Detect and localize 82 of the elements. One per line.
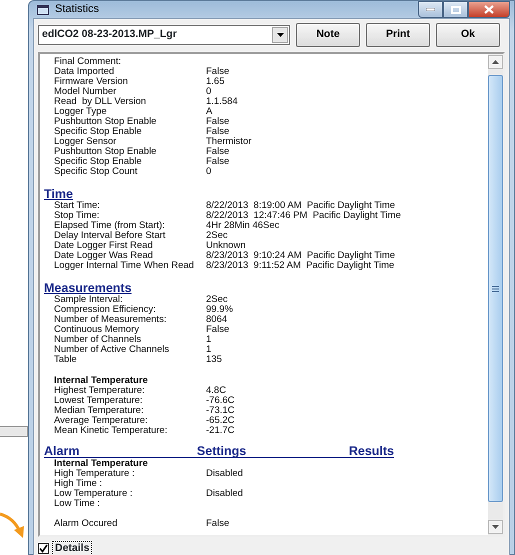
window-title: Statistics: [55, 2, 100, 18]
field-label: Continuous Memory: [54, 325, 140, 335]
field-value: 2Sec: [206, 295, 228, 305]
field-label: Specific Stop Count: [54, 167, 138, 177]
field-label: Highest Temperature:: [54, 386, 146, 396]
field-label: Pushbutton Stop Enable: [54, 117, 158, 127]
field-value: Disabled: [206, 469, 243, 479]
toolbar-button[interactable]: Print: [366, 23, 430, 47]
field-value: 1.65: [206, 77, 224, 87]
field-label: Compression Efficiency:: [54, 305, 157, 315]
field-value: 99.9%: [206, 305, 233, 315]
field-label: Date Logger First Read: [54, 241, 154, 251]
field-label: Date Logger Was Read: [54, 251, 154, 261]
field-label: Model Number: [54, 87, 118, 97]
column-heading: Results: [348, 445, 394, 457]
field-value: Thermistor: [206, 137, 252, 147]
field-label: Number of Active Channels: [54, 345, 170, 355]
field-label: Number of Channels: [54, 335, 142, 345]
field-value: Unknown: [206, 241, 246, 251]
subheading: Internal Temperature: [53, 458, 149, 469]
field-value: False: [206, 519, 230, 529]
column-heading: Settings: [196, 445, 248, 457]
field-label: High Time :: [54, 479, 104, 489]
field-label: Read by DLL Version: [54, 97, 148, 107]
field-label: Median Temperature:: [54, 406, 145, 416]
field-value: 8/22/2013 8:19:00 AM Pacific Daylight Time: [206, 201, 396, 211]
field-value: 8/23/2013 9:10:24 AM Pacific Daylight Time: [206, 251, 396, 261]
field-label: Mean Kinetic Temperature:: [54, 426, 168, 436]
field-value: 4.8C: [206, 386, 226, 396]
field-label: Logger Internal Time When Read: [54, 261, 195, 271]
field-label: Final Comment:: [54, 57, 122, 67]
field-value: 8064: [206, 315, 228, 325]
field-label: Low Time :: [54, 499, 101, 509]
details-label[interactable]: Details: [52, 540, 92, 555]
field-value: False: [206, 127, 230, 137]
field-label: Pushbutton Stop Enable: [54, 147, 158, 157]
field-value: 8/23/2013 9:11:52 AM Pacific Daylight Time: [206, 261, 394, 271]
field-value: False: [206, 67, 230, 77]
field-value: 2Sec: [206, 231, 228, 241]
field-label: Sample Interval:: [54, 295, 124, 305]
field-label: Delay Interval Before Start: [54, 231, 166, 241]
field-label: Logger Type: [54, 107, 108, 117]
subheading: Internal Temperature: [53, 375, 149, 386]
toolbar-button[interactable]: Note: [296, 23, 360, 47]
field-label: Data Imported: [54, 67, 116, 77]
section-heading: Measurements: [44, 282, 133, 295]
field-label: Firmware Version: [54, 77, 129, 87]
field-label: Elapsed Time (from Start):: [54, 221, 166, 231]
field-value: -21.7C: [206, 426, 235, 436]
field-label: Low Temperature :: [54, 489, 134, 499]
field-value: 135: [206, 355, 222, 365]
field-label: Number of Measurements:: [54, 315, 168, 325]
field-label: Table: [54, 355, 78, 365]
field-value: 8/22/2013 12:47:46 PM Pacific Daylight Time: [206, 211, 401, 221]
field-value: False: [206, 157, 230, 167]
field-label: Stop Time:: [54, 211, 100, 221]
field-label: Start Time:: [54, 201, 101, 211]
field-value: -73.1C: [206, 406, 235, 416]
field-value: 1.1.584: [206, 97, 238, 107]
field-label: Specific Stop Enable: [54, 157, 143, 167]
field-value: 1: [206, 345, 212, 355]
section-heading: Time: [44, 188, 74, 201]
field-value: A: [206, 107, 212, 117]
field-value: -65.2C: [206, 416, 235, 426]
field-value: False: [206, 117, 230, 127]
toolbar-button[interactable]: Ok: [436, 23, 500, 47]
field-label: Lowest Temperature:: [54, 396, 144, 406]
field-label: Average Temperature:: [54, 416, 149, 426]
field-value: 0: [206, 167, 212, 177]
field-value: -76.6C: [206, 396, 235, 406]
column-heading: Alarm: [44, 445, 80, 457]
field-value: False: [206, 325, 230, 335]
field-label: Logger Sensor: [54, 137, 118, 147]
field-value: 1: [206, 335, 212, 345]
field-value: 4Hr 28Min 46Sec: [206, 221, 280, 231]
field-value: Disabled: [206, 489, 243, 499]
field-value: 0: [206, 87, 212, 97]
field-value: False: [206, 147, 230, 157]
field-label: Specific Stop Enable: [54, 127, 143, 137]
field-label: High Temperature :: [54, 469, 136, 479]
file-dropdown[interactable]: edlCO2 08-23-2013.MP_Lgr: [38, 25, 290, 45]
field-label: Alarm Occured: [54, 519, 118, 529]
